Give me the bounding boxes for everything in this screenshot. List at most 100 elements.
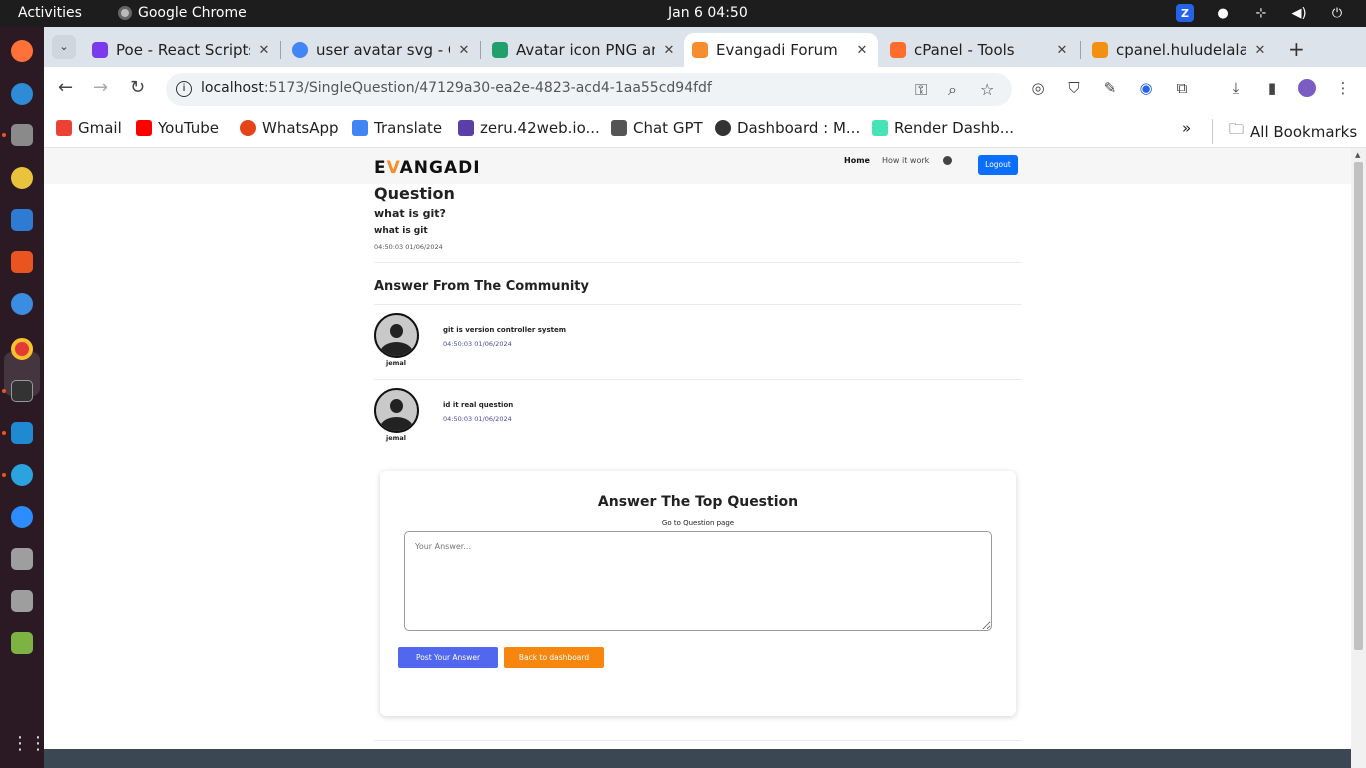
page-scrollbar[interactable]: ▲ <box>1351 148 1366 768</box>
scroll-up-icon[interactable]: ▲ <box>1355 151 1360 159</box>
tab-title: cpanel.huludelala.c <box>1116 41 1246 59</box>
navigation-bar: ← → ↻ i localhost:5173/SingleQuestion/47… <box>44 67 1366 112</box>
bookmarks-overflow-button[interactable]: » <box>1182 119 1191 137</box>
tab-search-button[interactable]: ⌄ <box>52 35 76 59</box>
back-arrow-icon[interactable]: ← <box>58 77 73 98</box>
close-icon[interactable]: ✕ <box>456 43 472 58</box>
writer-icon[interactable] <box>11 209 33 231</box>
bookmark-zeru[interactable]: zeru.42web.io... <box>458 119 600 137</box>
scrollbar-thumb[interactable] <box>1354 162 1363 650</box>
extension-icon[interactable]: ◉ <box>1137 79 1155 97</box>
chrome-dock-icon[interactable] <box>11 338 33 360</box>
key-icon[interactable]: ⚿ <box>915 80 927 100</box>
bookmark-dashboard[interactable]: Dashboard : M... <box>715 119 860 137</box>
activities-button[interactable]: Activities <box>18 5 82 21</box>
answer-item: jemal git is version controller system 0… <box>374 313 1022 373</box>
divider <box>374 740 1022 741</box>
bookmark-youtube[interactable]: YouTube <box>136 119 219 137</box>
forward-arrow-icon[interactable]: → <box>93 77 108 98</box>
chrome-tray-icon[interactable]: ● <box>1214 4 1232 22</box>
software-center-icon[interactable] <box>11 251 33 273</box>
bookmark-gmail[interactable]: Gmail <box>56 119 122 137</box>
bookmark-star-icon[interactable]: ☆ <box>980 80 994 99</box>
logo-accent: V <box>386 158 400 178</box>
bookmark-render[interactable]: Render Dashb... <box>872 119 1014 137</box>
trash-icon[interactable] <box>11 632 33 654</box>
answer-timestamp: 04:50:03 01/06/2024 <box>443 340 512 348</box>
answer-username: jemal <box>386 359 407 367</box>
bookmark-whatsapp[interactable]: WhatsApp <box>240 119 339 137</box>
tab-divider <box>1080 41 1081 59</box>
files-icon[interactable] <box>11 124 33 146</box>
help-icon[interactable] <box>11 293 33 315</box>
tab-divider <box>480 41 481 59</box>
back-to-dashboard-button[interactable]: Back to dashboard <box>504 647 604 668</box>
new-tab-button[interactable]: + <box>1288 37 1305 61</box>
answer-item: jemal id it real question 04:50:03 01/06… <box>374 388 1022 448</box>
app-menu[interactable]: Google Chrome <box>118 5 247 21</box>
reload-icon[interactable]: ↻ <box>130 77 145 98</box>
tab-google[interactable]: user avatar svg - Go ✕ <box>292 33 472 67</box>
zoom-icon[interactable]: ⌕ <box>948 80 957 100</box>
nav-how-link[interactable]: How it work <box>882 156 929 165</box>
divider <box>374 262 1022 263</box>
zoom-tray-icon[interactable]: Z <box>1176 4 1194 22</box>
close-icon[interactable]: ✕ <box>256 43 272 58</box>
running-indicator <box>2 473 6 477</box>
menu-kebab-icon[interactable]: ⋮ <box>1334 79 1352 97</box>
terminal-icon[interactable] <box>11 380 33 402</box>
nav-home-link[interactable]: Home <box>844 156 870 165</box>
avatar-site-icon <box>492 42 508 58</box>
firefox-icon[interactable] <box>11 40 33 62</box>
url-text[interactable]: localhost:5173/SingleQuestion/47129a30-e… <box>201 80 712 96</box>
youtube-icon <box>136 120 152 136</box>
question-heading: Question <box>374 184 455 203</box>
all-bookmarks-button[interactable]: 🗀 All Bookmarks <box>1212 119 1357 144</box>
show-apps-icon[interactable]: ⋮⋮ <box>11 733 47 755</box>
address-bar[interactable]: i localhost:5173/SingleQuestion/47129a30… <box>166 73 1012 106</box>
post-answer-button[interactable]: Post Your Answer <box>398 647 498 668</box>
question-page-link[interactable]: Go to Question page <box>380 519 1016 527</box>
bookmarks-bar: Gmail YouTube WhatsApp Translate zeru.42… <box>44 112 1366 148</box>
whatsapp-icon <box>240 120 256 136</box>
rhythmbox-icon[interactable] <box>11 167 33 189</box>
thunderbird-icon[interactable] <box>11 83 33 105</box>
network-icon[interactable]: ⊹ <box>1252 4 1270 22</box>
tab-evangadi[interactable]: Evangadi Forum ✕ <box>684 33 878 67</box>
tab-phpmyadmin[interactable]: cpanel.huludelala.c ✕ <box>1092 33 1268 67</box>
profile-avatar[interactable] <box>1298 79 1316 97</box>
user-icon[interactable] <box>943 156 952 165</box>
render-icon <box>872 120 888 136</box>
logout-button[interactable]: Logout <box>978 155 1018 175</box>
power-icon[interactable]: ⏻ <box>1328 4 1346 22</box>
shield-icon[interactable]: ⛉ <box>1065 79 1083 97</box>
close-icon[interactable]: ✕ <box>1252 43 1268 58</box>
tab-cpanel[interactable]: cPanel - Tools ✕ <box>890 33 1070 67</box>
telegram-icon[interactable] <box>11 464 33 486</box>
zoom-icon[interactable] <box>11 506 33 528</box>
disk-icon[interactable] <box>11 590 33 612</box>
close-icon[interactable]: ✕ <box>661 43 677 58</box>
eyedropper-icon[interactable]: ✎ <box>1101 79 1119 97</box>
site-info-icon[interactable]: i <box>176 81 192 97</box>
tab-avatar[interactable]: Avatar icon PNG an ✕ <box>492 33 677 67</box>
side-panel-icon[interactable]: ▮ <box>1263 79 1281 97</box>
puzzle-icon[interactable]: ⧉ <box>1173 79 1191 97</box>
vscode-icon[interactable] <box>11 422 33 444</box>
close-icon[interactable]: ✕ <box>854 43 870 58</box>
bookmark-label: WhatsApp <box>262 119 339 137</box>
tab-poe[interactable]: Poe - React Scripts [ ✕ <box>92 33 272 67</box>
volume-icon[interactable]: ◀) <box>1290 4 1308 22</box>
evangadi-logo[interactable]: EVANGADI <box>374 158 481 178</box>
close-icon[interactable]: ✕ <box>1054 43 1070 58</box>
answer-text: id it real question <box>443 401 514 409</box>
download-icon[interactable]: ⤓ <box>1227 79 1245 97</box>
bookmark-chatgpt[interactable]: Chat GPT <box>611 119 703 137</box>
question-timestamp: 04:50:03 01/06/2024 <box>374 243 443 251</box>
clock[interactable]: Jan 6 04:50 <box>668 5 748 21</box>
system-tray[interactable]: Z ● ⊹ ◀) ⏻ <box>1176 4 1346 22</box>
answer-textarea[interactable] <box>404 531 992 631</box>
extension-icon[interactable]: ◎ <box>1029 79 1047 97</box>
bookmark-translate[interactable]: Translate <box>352 119 442 137</box>
disk-icon[interactable] <box>11 548 33 570</box>
